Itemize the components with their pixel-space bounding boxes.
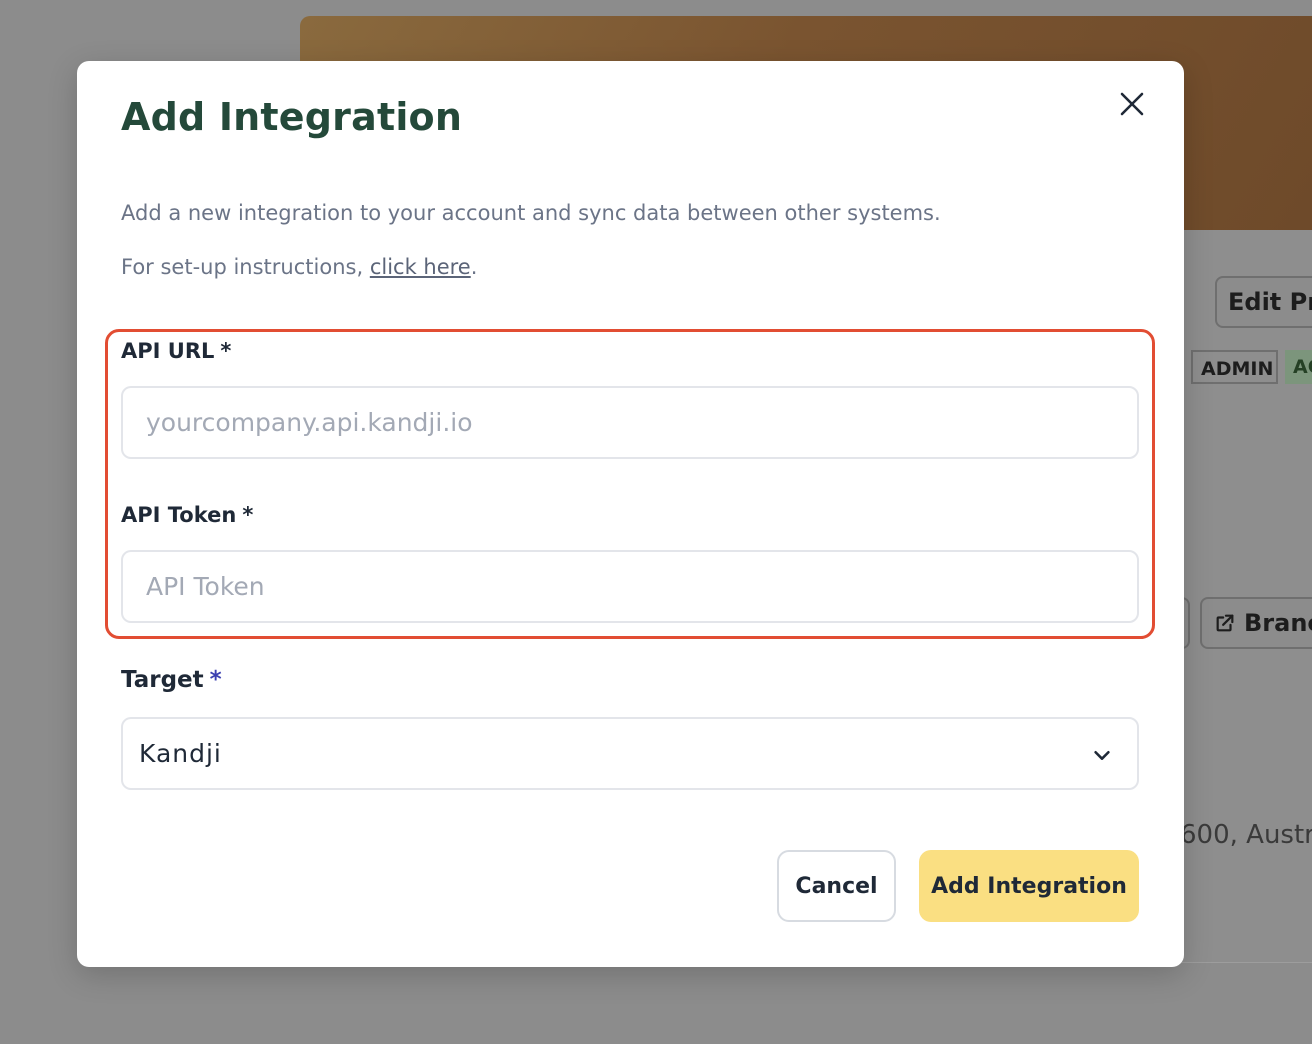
api-token-label: API Token * [121,503,253,527]
add-integration-modal: Add Integration Add a new integration to… [77,61,1184,967]
setup-instructions: For set-up instructions, click here. [121,255,477,279]
edit-profile-button: Edit Pro [1215,276,1312,328]
setup-instructions-suffix: . [470,255,478,279]
add-integration-button[interactable]: Add Integration [919,850,1139,922]
target-label-text: Target [121,667,204,693]
click-here-link[interactable]: click here [370,255,471,279]
background-address: 600, Austr [1180,820,1312,850]
required-mark: * [242,503,254,527]
modal-title: Add Integration [121,95,463,139]
admin-badge: ADMIN [1191,350,1278,384]
api-url-label-text: API URL [121,339,215,363]
cancel-button[interactable]: Cancel [777,850,896,922]
required-mark: * [220,339,232,363]
close-icon[interactable] [1117,89,1147,119]
branch-button: Branc [1200,597,1312,649]
chevron-down-icon [1094,750,1110,760]
external-link-icon [1216,614,1234,632]
branch-button-label: Branc [1244,609,1312,637]
setup-instructions-prefix: For set-up instructions, [121,255,370,279]
api-token-input[interactable] [121,550,1139,623]
required-mark: * [209,667,222,693]
modal-description: Add a new integration to your account an… [121,201,941,225]
target-select[interactable]: Kandji [121,717,1139,790]
status-badge: AC [1285,350,1312,384]
target-label: Target * [121,667,222,693]
target-select-value: Kandji [139,739,222,768]
api-url-input[interactable] [121,386,1139,459]
api-token-label-text: API Token [121,503,237,527]
api-url-label: API URL * [121,339,231,363]
